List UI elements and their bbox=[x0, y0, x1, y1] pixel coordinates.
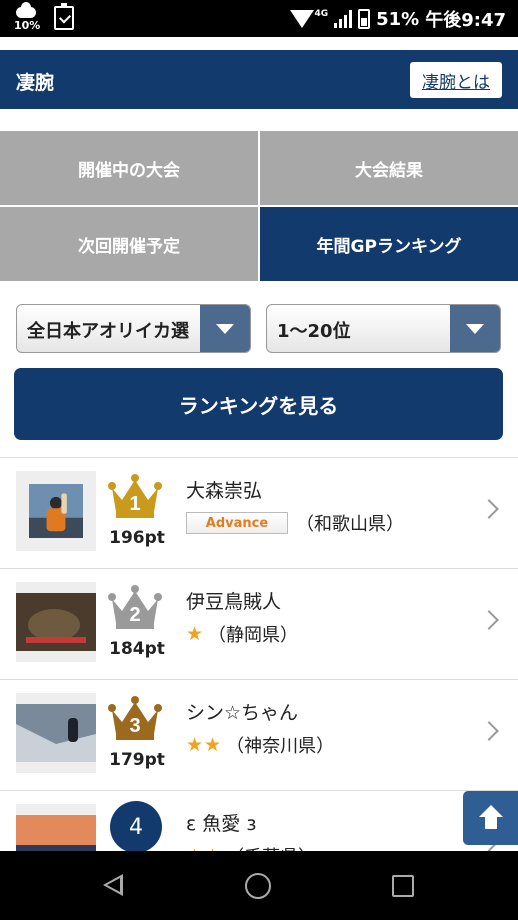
wifi-icon bbox=[290, 10, 315, 28]
chevron-right-icon bbox=[479, 610, 499, 630]
angler-name: 大森崇弘 bbox=[186, 480, 263, 502]
angler-name: 伊豆鳥賊人 bbox=[186, 591, 282, 613]
android-nav-bar bbox=[0, 851, 518, 920]
view-ranking-button[interactable]: ランキングを見る bbox=[14, 368, 503, 440]
clock: 午後9:47 bbox=[425, 10, 506, 31]
chevron-down-icon bbox=[200, 305, 250, 352]
tournament-select[interactable]: 全日本アオリイカ選 bbox=[16, 304, 251, 353]
silver-crown-icon: 2 bbox=[108, 585, 162, 629]
about-button[interactable]: 凄腕とは bbox=[410, 62, 502, 98]
signal-icon bbox=[334, 10, 353, 28]
page-title: 凄腕 bbox=[16, 72, 55, 94]
angler-photo bbox=[16, 471, 96, 551]
ranking-list: 1 196pt 大森崇弘 Advance （和歌山県） 2 184pt 伊豆鳥賊… bbox=[0, 457, 518, 851]
chevron-down-icon bbox=[450, 305, 500, 352]
tab-ongoing[interactable]: 開催中の大会 bbox=[0, 131, 258, 205]
angler-name: ε 魚愛 з bbox=[186, 813, 257, 835]
clipboard-check-icon bbox=[54, 3, 74, 30]
rank-number: 3 bbox=[129, 715, 140, 737]
points: 196pt bbox=[109, 528, 165, 548]
status-bar: 10% 4G 51% 午後9:47 bbox=[0, 0, 518, 37]
chevron-right-icon bbox=[479, 721, 499, 741]
rank-number: 1 bbox=[129, 493, 140, 515]
home-icon[interactable] bbox=[245, 873, 271, 899]
ranking-row[interactable]: 2 184pt 伊豆鳥賊人 ★ （静岡県） bbox=[0, 569, 518, 680]
angler-photo bbox=[16, 693, 96, 773]
chevron-right-icon bbox=[479, 499, 499, 519]
recent-apps-icon[interactable] bbox=[392, 875, 414, 897]
range-select-value: 1〜20位 bbox=[277, 321, 351, 342]
rank-circle: 4 bbox=[110, 801, 162, 851]
bronze-crown-icon: 3 bbox=[108, 696, 162, 740]
prefecture: （千葉県） bbox=[226, 843, 316, 851]
weather-icon: 10% bbox=[14, 2, 41, 32]
app-header: 凄腕 凄腕とは bbox=[0, 50, 518, 109]
scroll-to-top-button[interactable] bbox=[463, 791, 518, 845]
battery-icon bbox=[358, 9, 371, 29]
battery-percent: 51% bbox=[376, 8, 420, 30]
weather-percent: 10% bbox=[14, 19, 41, 32]
catch-photo bbox=[16, 582, 96, 662]
ranking-row[interactable]: 1 196pt 大森崇弘 Advance （和歌山県） bbox=[0, 458, 518, 569]
network-type: 4G bbox=[314, 9, 329, 19]
points: 179pt bbox=[109, 750, 165, 770]
tab-results[interactable]: 大会結果 bbox=[260, 131, 518, 205]
tab-upcoming[interactable]: 次回開催予定 bbox=[0, 207, 258, 281]
tab-annual-gp-ranking[interactable]: 年間GPランキング bbox=[260, 207, 518, 281]
prefecture: （静岡県） bbox=[208, 625, 299, 646]
range-select[interactable]: 1〜20位 bbox=[266, 304, 501, 353]
sunset-photo bbox=[16, 804, 96, 851]
tab-grid: 開催中の大会 大会結果 次回開催予定 年間GPランキング bbox=[0, 131, 518, 281]
ranking-row[interactable]: 4 ε 魚愛 з ★★ （千葉県） bbox=[0, 791, 518, 851]
advance-badge: Advance bbox=[186, 512, 288, 534]
back-icon[interactable] bbox=[103, 874, 123, 896]
angler-name: シン☆ちゃん bbox=[186, 702, 299, 724]
prefecture: （和歌山県） bbox=[296, 514, 404, 535]
star-rating: ★★ bbox=[186, 734, 223, 756]
prefecture: （神奈川県） bbox=[226, 736, 335, 757]
tournament-select-value: 全日本アオリイカ選 bbox=[27, 321, 189, 342]
ranking-row[interactable]: 3 179pt シン☆ちゃん ★★ （神奈川県） bbox=[0, 680, 518, 791]
star-rating: ★ bbox=[186, 623, 205, 645]
gold-crown-icon: 1 bbox=[108, 474, 162, 518]
points: 184pt bbox=[109, 639, 165, 659]
rank-number: 2 bbox=[129, 604, 140, 626]
